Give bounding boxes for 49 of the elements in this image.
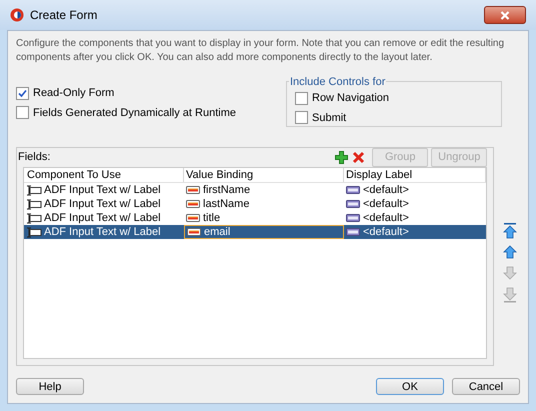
help-button[interactable]: Help [16, 378, 84, 395]
column-header[interactable]: Value Binding [184, 168, 344, 182]
input-text-icon [26, 198, 42, 210]
label-icon [346, 200, 360, 208]
description-text: Configure the components that you want to display in your form. Note that you can remove or edit the resulting components after you click OK. You can also add more components directly to the layout later. [16, 37, 506, 65]
dialog-button[interactable]: Cancel [452, 378, 520, 395]
table-cell-text: <default> [363, 224, 409, 240]
binding-icon [186, 200, 200, 208]
table-row[interactable]: ADF Input Text w/ Label email <default> [24, 225, 486, 239]
table-cell-text: ADF Input Text w/ Label [44, 224, 161, 240]
binding-icon [186, 214, 200, 222]
table-cell-text: title [203, 210, 220, 226]
window-title: Create Form [30, 7, 98, 24]
input-text-icon [26, 184, 42, 196]
close-icon [500, 10, 510, 20]
close-button[interactable] [484, 6, 526, 24]
add-icon[interactable] [335, 151, 348, 164]
column-header[interactable]: Component To Use [24, 168, 184, 182]
checkbox-label: Submit [312, 110, 346, 126]
table-cell-text: ADF Input Text w/ Label [44, 196, 161, 212]
binding-icon [186, 186, 200, 194]
app-logo-icon [10, 8, 24, 22]
label-icon [346, 186, 360, 194]
input-text-icon [26, 212, 42, 224]
table-cell-text: <default> [363, 182, 409, 198]
move-up-icon[interactable] [502, 244, 518, 261]
table-cell-text: ADF Input Text w/ Label [44, 182, 161, 198]
checkbox[interactable] [295, 92, 308, 105]
checkbox[interactable] [295, 111, 308, 124]
label-icon [346, 228, 360, 236]
dialog-button[interactable]: OK [376, 378, 444, 395]
input-text-icon [26, 226, 42, 238]
fields-label: Fields: [18, 150, 50, 166]
column-header[interactable]: Display Label [344, 168, 486, 182]
table-cell-text: email [204, 224, 230, 240]
move-top-icon[interactable] [502, 223, 518, 240]
checkbox-label: Fields Generated Dynamically at Runtime [33, 106, 236, 120]
table-cell-text: <default> [363, 210, 409, 226]
binding-icon [187, 228, 201, 236]
table-cell-text: lastName [203, 196, 250, 212]
label-icon [346, 214, 360, 222]
checkbox[interactable] [16, 86, 29, 100]
table-cell-text: <default> [363, 196, 409, 212]
checkbox[interactable] [16, 106, 29, 120]
table-cell-text: firstName [203, 182, 250, 198]
table-cell-text: ADF Input Text w/ Label [44, 210, 161, 226]
checkbox-label: Read-Only Form [33, 86, 114, 101]
delete-icon[interactable] [352, 151, 366, 164]
checkbox-label: Row Navigation [312, 91, 390, 106]
